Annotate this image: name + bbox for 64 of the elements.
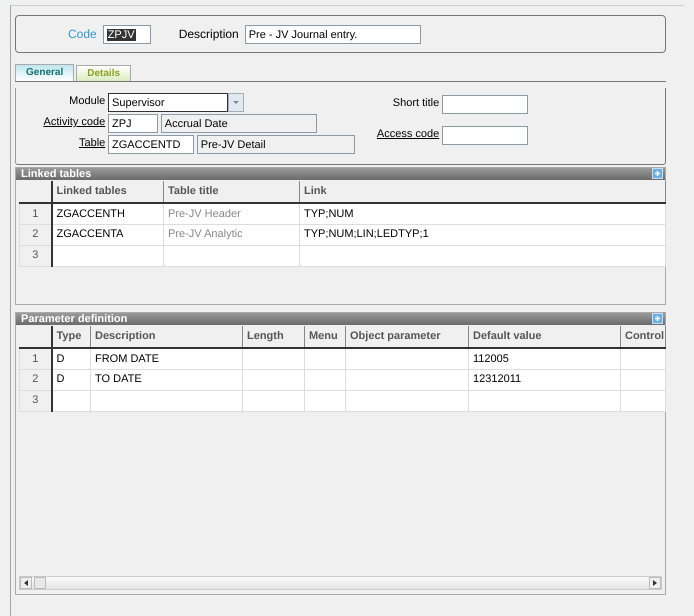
expand-icon[interactable] (652, 168, 663, 179)
scroll-right-icon[interactable] (649, 577, 661, 589)
table-cell: FROM DATE (90, 348, 242, 369)
corner-header (20, 326, 52, 348)
column-header[interactable]: Control (620, 326, 666, 348)
table-cell: 112005 (468, 348, 620, 369)
column-header[interactable]: Table title (164, 181, 300, 203)
column-header[interactable]: Linked tables (52, 181, 164, 203)
column-header[interactable]: Length (242, 326, 304, 348)
access-code-field[interactable] (442, 126, 528, 144)
table-cell (52, 390, 90, 411)
row-number: 1 (20, 348, 52, 369)
table-cell: TO DATE (90, 369, 242, 390)
row-number: 2 (20, 224, 52, 245)
description-field[interactable]: Pre - JV Journal entry. (244, 24, 421, 44)
access-code-label[interactable]: Access code (374, 126, 442, 154)
row-number: 2 (20, 369, 52, 390)
section-title: Parameter definition (21, 313, 128, 325)
table-description-field: Pre-JV Detail (196, 135, 355, 154)
table-cell (620, 348, 666, 369)
table-cell: TYP;NUM (300, 203, 666, 224)
table-cell: ZGACCENTH (52, 203, 164, 224)
table-cell: TYP;NUM;LIN;LEDTYP;1 (300, 224, 666, 245)
module-dropdown[interactable]: Supervisor (108, 93, 228, 112)
table-cell (242, 369, 304, 390)
tab[interactable]: General (15, 64, 74, 81)
table-cell (242, 390, 304, 411)
row-number: 1 (20, 203, 52, 224)
row-number: 3 (20, 390, 52, 411)
row-number: 3 (20, 245, 52, 266)
table-cell: 12312011 (468, 369, 620, 390)
module-label: Module (68, 94, 106, 109)
table-cell (242, 348, 304, 369)
table-cell: Pre-JV Analytic (164, 224, 300, 245)
table-label[interactable]: Table (24, 135, 108, 154)
code-field[interactable]: ZPJV (102, 24, 151, 44)
column-header[interactable]: Type (52, 326, 90, 348)
column-header[interactable]: Description (90, 326, 242, 348)
table-cell (304, 390, 346, 411)
column-header[interactable]: Default value (468, 326, 620, 348)
scroll-left-icon[interactable] (20, 577, 46, 589)
table-cell: ZGACCENTA (52, 224, 164, 245)
table-cell (620, 390, 666, 411)
corner-header (20, 181, 52, 203)
table-field[interactable]: ZGACCENTD (108, 135, 194, 154)
table-cell (304, 348, 346, 369)
activity-description-field: Accrual Date (160, 114, 317, 133)
short-title-field[interactable] (442, 95, 528, 114)
table-cell (620, 369, 666, 390)
horizontal-scrollbar[interactable] (19, 576, 662, 590)
short-title-label: Short title (392, 96, 440, 111)
activity-code-field[interactable]: ZPJ (108, 114, 158, 133)
table-cell (304, 369, 346, 390)
table-cell: Pre-JV Header (164, 203, 300, 224)
activity-code-label[interactable]: Activity code (24, 114, 108, 133)
column-header[interactable]: Link (300, 181, 666, 203)
column-header[interactable]: Menu (304, 326, 346, 348)
section-title: Linked tables (21, 168, 92, 180)
code-label: Code (68, 26, 97, 43)
column-header[interactable]: Object parameter (346, 326, 468, 348)
expand-icon[interactable] (652, 313, 663, 324)
table-cell: D (52, 369, 90, 390)
description-label: Description (178, 26, 239, 43)
table-cell: D (52, 348, 90, 369)
